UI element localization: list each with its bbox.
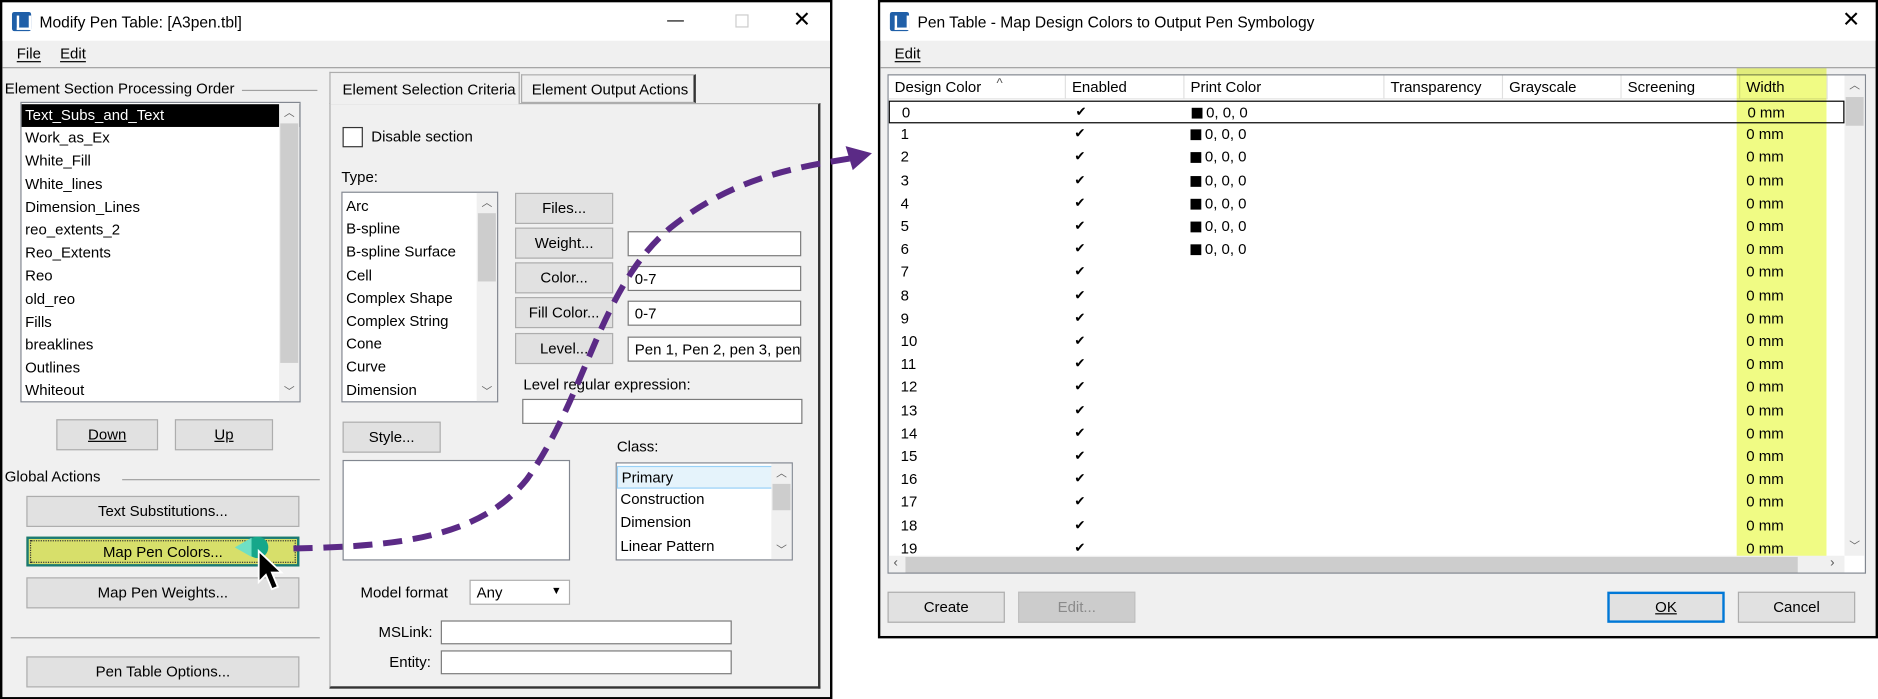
arrowhead-icon (845, 146, 872, 171)
dashed-connector (293, 155, 854, 552)
annotation-arrow (234, 146, 872, 591)
mouse-cursor-icon (257, 548, 284, 591)
